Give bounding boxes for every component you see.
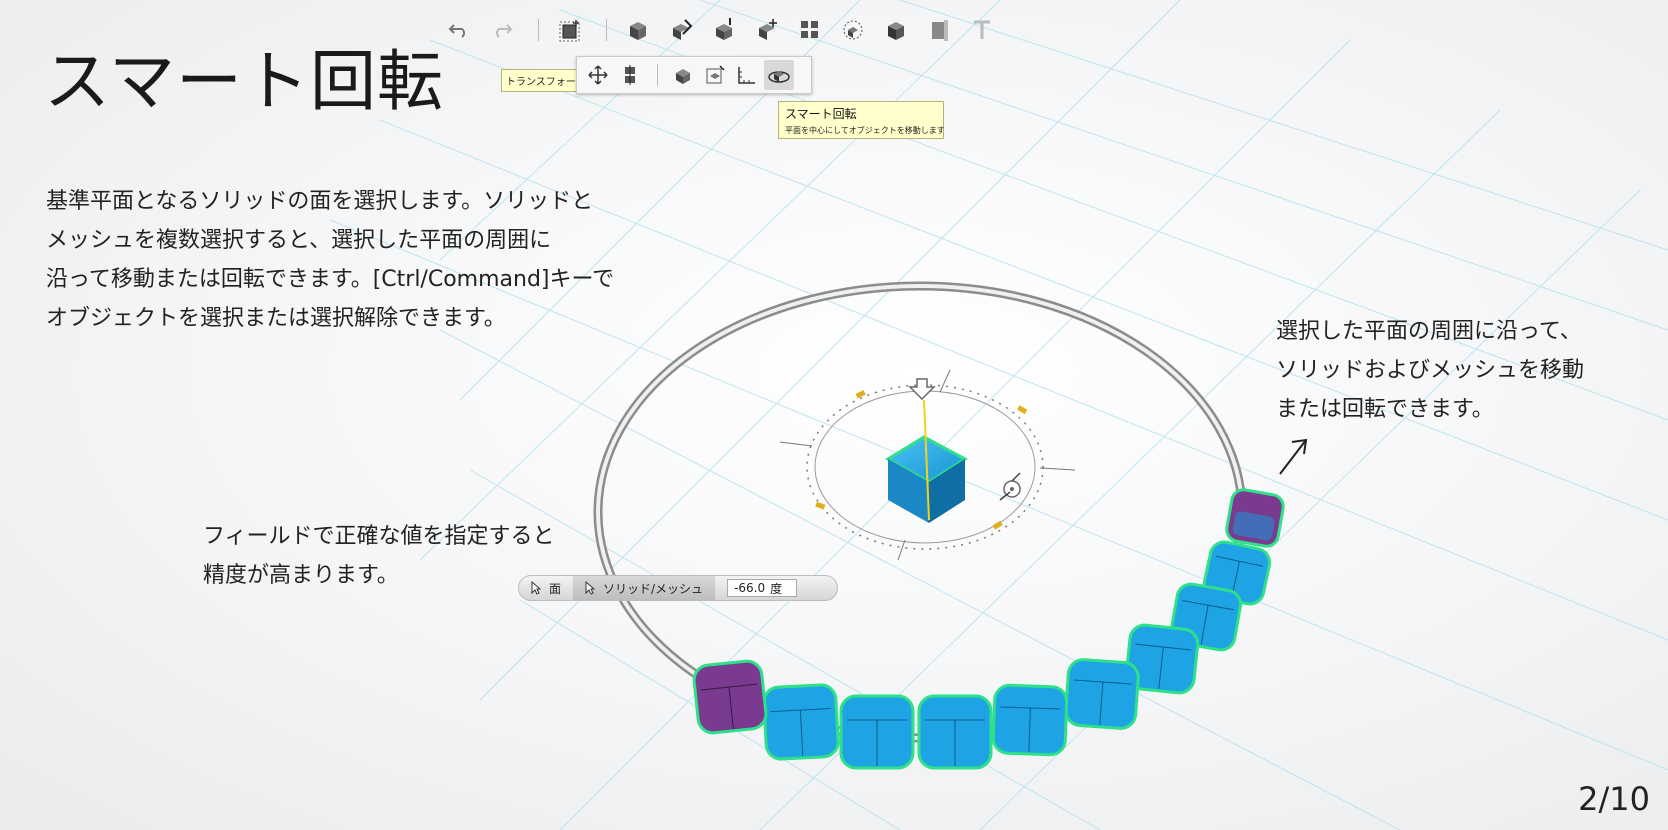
transform-subtoolbar — [576, 56, 812, 94]
cursor-icon — [531, 581, 541, 595]
angle-value: -66.0 — [734, 581, 766, 595]
note-line: または回転できます。 — [1276, 397, 1494, 422]
note-line: フィールドで正確な値を指定すると — [203, 524, 555, 549]
cursor-icon — [585, 581, 596, 595]
toolbar-divider — [657, 64, 658, 86]
undo-icon[interactable] — [440, 11, 478, 49]
tooltip-subtitle: 平面を中心にしてオブジェクトを移動します — [785, 126, 945, 135]
redo-icon[interactable] — [483, 11, 521, 49]
toolbar-divider — [538, 19, 539, 41]
face-selector[interactable]: 面 — [519, 576, 573, 600]
scale-icon[interactable] — [668, 60, 698, 90]
note-line: 選択した平面の周囲に沿って、 — [1276, 319, 1582, 344]
ruler-icon[interactable] — [732, 60, 762, 90]
combine-icon[interactable] — [877, 11, 915, 49]
description-line: 沿って移動または回転できます。[Ctrl/Command]キーで — [46, 267, 615, 292]
tooltip-title: スマート回転 — [785, 107, 857, 121]
main-toolbar — [440, 8, 1060, 52]
description-text: 基準平面となるソリッドの面を選択します。ソリッドと メッシュを複数選択すると、選… — [46, 182, 646, 338]
primitives-icon[interactable] — [619, 11, 657, 49]
solid-mesh-selector[interactable]: ソリッド/メッシュ — [573, 576, 716, 600]
smart-rotate-icon[interactable] — [764, 60, 794, 90]
toolbar-divider — [606, 19, 607, 41]
arrow-icon — [1279, 438, 1308, 475]
measure-icon[interactable] — [920, 11, 958, 49]
smart-scale-icon[interactable] — [700, 60, 730, 90]
group-icon[interactable] — [834, 11, 872, 49]
page-number: 2/10 — [1578, 780, 1650, 818]
solid-mesh-label: ソリッド/メッシュ — [603, 581, 704, 596]
description-line: オブジェクトを選択または選択解除できます。 — [46, 306, 506, 331]
ring-cubes[interactable] — [692, 488, 1285, 770]
note-right: 選択した平面の周囲に沿って、 ソリッドおよびメッシュを移動 または回転できます。 — [1276, 312, 1656, 429]
pattern-icon[interactable] — [791, 11, 829, 49]
face-label: 面 — [549, 581, 562, 596]
modify-icon[interactable] — [748, 11, 786, 49]
move-icon[interactable] — [583, 60, 613, 90]
smart-rotate-fieldbar: 面 ソリッド/メッシュ -66.0 度 — [518, 575, 838, 601]
description-line: メッシュを複数選択すると、選択した平面の周囲に — [46, 228, 552, 253]
align-icon[interactable] — [615, 60, 645, 90]
note-line: ソリッドおよびメッシュを移動 — [1276, 358, 1585, 383]
angle-input[interactable]: -66.0 度 — [727, 579, 798, 597]
angle-unit: 度 — [770, 581, 783, 596]
construct-icon[interactable] — [705, 11, 743, 49]
description-line: 基準平面となるソリッドの面を選択します。ソリッドと — [46, 189, 594, 214]
page-title: スマート回転 — [44, 43, 445, 120]
transform-icon[interactable] — [551, 11, 589, 49]
smart-rotate-tooltip: スマート回転 平面を中心にしてオブジェクトを移動します — [778, 101, 945, 139]
center-cube[interactable] — [885, 399, 968, 523]
text-icon[interactable] — [963, 11, 1001, 49]
sketch-icon[interactable] — [662, 11, 700, 49]
